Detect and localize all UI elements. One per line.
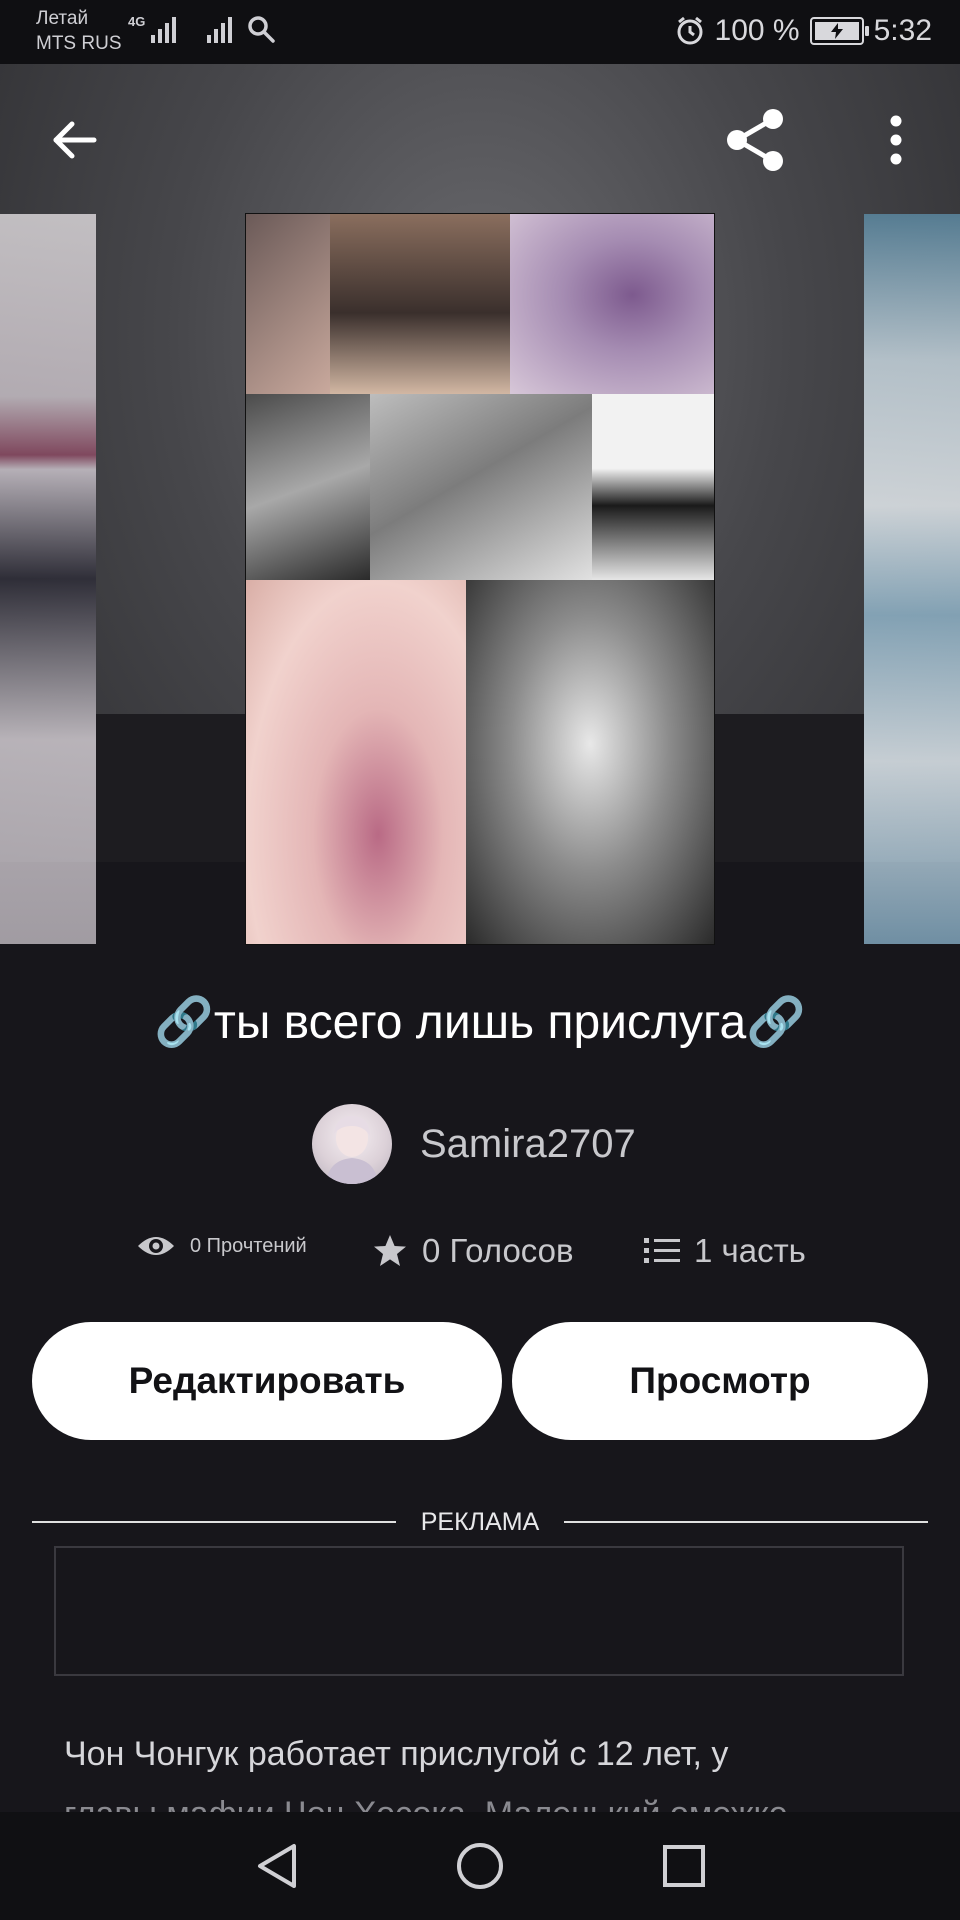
avatar[interactable]	[312, 1104, 392, 1184]
battery-icon	[809, 17, 869, 45]
cover-carousel[interactable]	[0, 64, 960, 964]
collage-tile	[246, 214, 330, 394]
previous-cover[interactable]	[0, 214, 96, 944]
charging-icon	[830, 23, 843, 39]
nav-back-button[interactable]	[246, 1836, 306, 1896]
ad-label-row: РЕКЛАМА	[32, 1507, 928, 1537]
next-cover[interactable]	[864, 214, 960, 944]
share-button[interactable]	[720, 104, 792, 176]
story-cover[interactable]	[246, 214, 714, 944]
alarm-icon	[677, 16, 703, 45]
edit-button[interactable]: Редактировать	[32, 1322, 502, 1440]
collage-tile	[466, 580, 714, 944]
list-icon	[644, 1238, 680, 1263]
story-stats: 0 Прочтений 0 Голосов 1 часть	[0, 1232, 960, 1282]
nav-home-button[interactable]	[450, 1836, 510, 1896]
votes-stat: 0 Голосов	[372, 1232, 574, 1270]
signal-icon	[151, 17, 176, 43]
status-bar: Летай MTS RUS 4G 100 % 5:32	[0, 0, 960, 64]
avatar-image	[326, 1116, 378, 1184]
more-vertical-icon	[890, 115, 902, 165]
signal-2-icon	[207, 17, 232, 43]
story-description: Чон Чонгук работает прислугой с 12 лет, …	[64, 1732, 894, 1776]
collage-tile	[370, 394, 592, 580]
battery-text: 100 %	[714, 14, 800, 47]
ad-banner[interactable]	[54, 1546, 904, 1676]
circle-home-icon	[457, 1843, 503, 1889]
square-recents-icon	[663, 1845, 705, 1887]
author-row[interactable]: Samira2707	[312, 1104, 636, 1184]
carrier-name-1: Летай	[36, 8, 89, 29]
collage-tile	[592, 394, 714, 580]
status-right: 100 % 5:32	[675, 14, 932, 48]
collage-tile	[510, 214, 714, 394]
preview-button[interactable]: Просмотр	[512, 1322, 928, 1440]
nav-recents-button[interactable]	[654, 1836, 714, 1896]
collage-tile	[246, 394, 370, 580]
collage-tile	[246, 580, 466, 944]
carrier-info: Летай MTS RUS	[36, 6, 122, 56]
search-icon	[248, 16, 275, 43]
triangle-back-icon	[258, 1844, 296, 1888]
description-line: Чон Чонгук работает прислугой с 12 лет, …	[64, 1735, 729, 1773]
votes-count: 0 Голосов	[422, 1232, 574, 1269]
clock: 5:32	[873, 14, 932, 47]
author-name[interactable]: Samira2707	[420, 1122, 636, 1167]
divider	[564, 1521, 928, 1523]
collage-tile	[330, 214, 510, 394]
reads-stat: 0 Прочтений	[136, 1232, 307, 1260]
eye-icon	[138, 1237, 174, 1255]
carrier-name-2: MTS RUS	[36, 33, 122, 54]
parts-stat: 1 часть	[644, 1232, 806, 1270]
more-options-button[interactable]	[860, 104, 932, 176]
arrow-left-icon	[53, 121, 97, 159]
parts-count: 1 часть	[694, 1232, 806, 1269]
system-nav-bar	[0, 1812, 960, 1920]
description-line-faded: главы мафии Чон Хосока. Маленький омежке	[64, 1792, 894, 1812]
network-type: 4G	[128, 14, 146, 29]
share-icon	[727, 109, 783, 171]
story-title: 🔗ты всего лишь прислуга🔗	[154, 996, 806, 1049]
reads-count: 0 Прочтений	[190, 1234, 307, 1257]
back-button[interactable]	[38, 104, 110, 176]
star-icon	[374, 1235, 406, 1266]
